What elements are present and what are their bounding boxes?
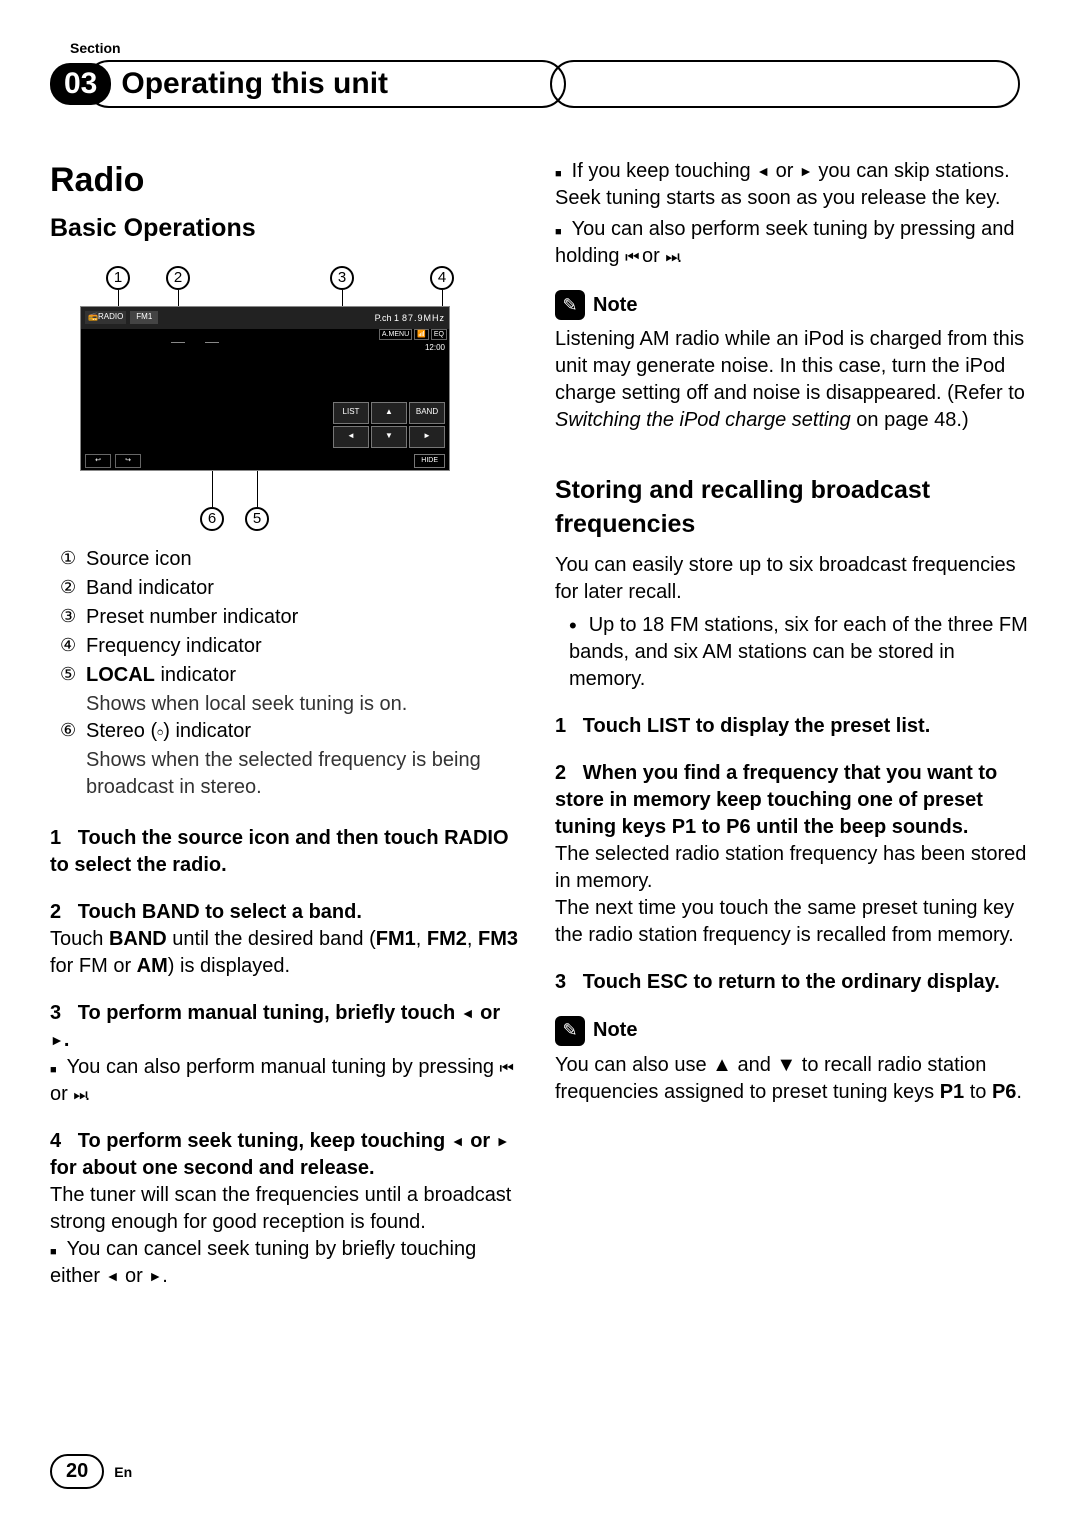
note-1-label: Note bbox=[593, 292, 637, 319]
source-icon: 📻RADIO bbox=[85, 311, 126, 324]
chapter-title: Operating this unit bbox=[85, 60, 566, 108]
legend-text-4: Frequency indicator bbox=[86, 633, 262, 660]
legend-num-1: ① bbox=[60, 546, 86, 573]
clock: 12:00 bbox=[425, 343, 445, 354]
legend-text-5: indicator bbox=[155, 664, 236, 686]
right-button: ► bbox=[409, 426, 445, 448]
section-title-radio: Radio bbox=[50, 158, 525, 204]
legend-bold-5: LOCAL bbox=[86, 664, 155, 686]
legend-num-5: ⑤ bbox=[60, 662, 86, 689]
legend-text-6: Stereo (𝇈) indicator bbox=[86, 718, 251, 745]
subtitle-storing: Storing and recalling broadcast frequenc… bbox=[555, 474, 1030, 542]
storing-bullet: Up to 18 FM stations, six for each of th… bbox=[569, 612, 1030, 693]
chapter-number: 03 bbox=[50, 63, 111, 105]
up-button: ▲ bbox=[371, 402, 407, 424]
callout-5: 5 bbox=[245, 507, 269, 531]
chapter-header: 03 Operating this unit bbox=[50, 60, 1030, 108]
legend-num-3: ③ bbox=[60, 604, 86, 631]
step-4-left: 4 To perform seek tuning, keep touching … bbox=[50, 1128, 525, 1290]
hide-button: HIDE bbox=[414, 454, 445, 467]
step-1-left: 1 Touch the source icon and then touch R… bbox=[50, 825, 525, 879]
subtitle-basic-ops: Basic Operations bbox=[50, 212, 525, 246]
legend-num-2: ② bbox=[60, 575, 86, 602]
language-label: En bbox=[114, 1464, 132, 1480]
note-1-body: Listening AM radio while an iPod is char… bbox=[555, 326, 1030, 434]
cont-bullet-2: You can also perform seek tuning by pres… bbox=[555, 216, 1030, 270]
pencil-icon: ✎ bbox=[555, 290, 585, 320]
right-column: If you keep touching ◄ or ► you can skip… bbox=[555, 158, 1030, 1296]
note-2-label: Note bbox=[593, 1017, 637, 1044]
note-2-body: You can also use ▲ and ▼ to recall radio… bbox=[555, 1052, 1030, 1106]
step-3-left: 3 To perform manual tuning, briefly touc… bbox=[50, 1000, 525, 1108]
step-2-right: 2 When you find a frequency that you wan… bbox=[555, 760, 1030, 949]
legend-text-1: Source icon bbox=[86, 546, 192, 573]
legend-sub-6: Shows when the selected frequency is bei… bbox=[86, 747, 525, 801]
note-1-header: ✎ Note bbox=[555, 290, 1030, 320]
step-2-left: 2 Touch BAND to select a band. Touch BAN… bbox=[50, 899, 525, 980]
legend-text-3: Preset number indicator bbox=[86, 604, 298, 631]
left-button: ◄ bbox=[333, 426, 369, 448]
callout-3: 3 bbox=[330, 266, 354, 290]
callout-4: 4 bbox=[430, 266, 454, 290]
cont-bullet-1: If you keep touching ◄ or ► you can skip… bbox=[555, 158, 1030, 212]
list-button: LIST bbox=[333, 402, 369, 424]
pencil-icon: ✎ bbox=[555, 1016, 585, 1046]
signal-icon: 📶 bbox=[414, 329, 429, 340]
callout-1: 1 bbox=[106, 266, 130, 290]
section-label: Section bbox=[70, 40, 1030, 56]
frequency-indicator: 87.9MHz bbox=[402, 312, 445, 324]
down-button: ▼ bbox=[371, 426, 407, 448]
page-footer: 20 En bbox=[50, 1454, 132, 1489]
left-column: Radio Basic Operations 1 2 3 4 5 6 📻RADI… bbox=[50, 158, 525, 1296]
band-button: BAND bbox=[409, 402, 445, 424]
callout-2: 2 bbox=[166, 266, 190, 290]
preset-indicator: P.ch 1 bbox=[375, 312, 399, 324]
step-1-right: 1 Touch LIST to display the preset list. bbox=[555, 713, 1030, 740]
legend-num-6: ⑥ bbox=[60, 718, 86, 745]
radio-screen: 📻RADIO FM1 P.ch 1 87.9MHz A.MENU 📶 EQ 12… bbox=[80, 306, 450, 471]
page-number: 20 bbox=[50, 1454, 104, 1489]
legend-text-2: Band indicator bbox=[86, 575, 214, 602]
legend-sub-5: Shows when local seek tuning is on. bbox=[86, 691, 525, 718]
callout-6: 6 bbox=[200, 507, 224, 531]
step-3-right: 3 Touch ESC to return to the ordinary di… bbox=[555, 969, 1030, 996]
diagram-legend: ①Source icon ②Band indicator ③Preset num… bbox=[60, 546, 525, 801]
header-spacer-oval bbox=[550, 60, 1020, 108]
amenu-label: A.MENU bbox=[379, 329, 412, 340]
legend-num-4: ④ bbox=[60, 633, 86, 660]
band-indicator: FM1 bbox=[130, 311, 158, 324]
radio-screen-diagram: 1 2 3 4 5 6 📻RADIO FM1 P.ch 1 87.9MHz A.… bbox=[50, 256, 450, 536]
storing-intro: You can easily store up to six broadcast… bbox=[555, 552, 1030, 606]
eq-label: EQ bbox=[431, 329, 447, 340]
note-2-header: ✎ Note bbox=[555, 1016, 1030, 1046]
